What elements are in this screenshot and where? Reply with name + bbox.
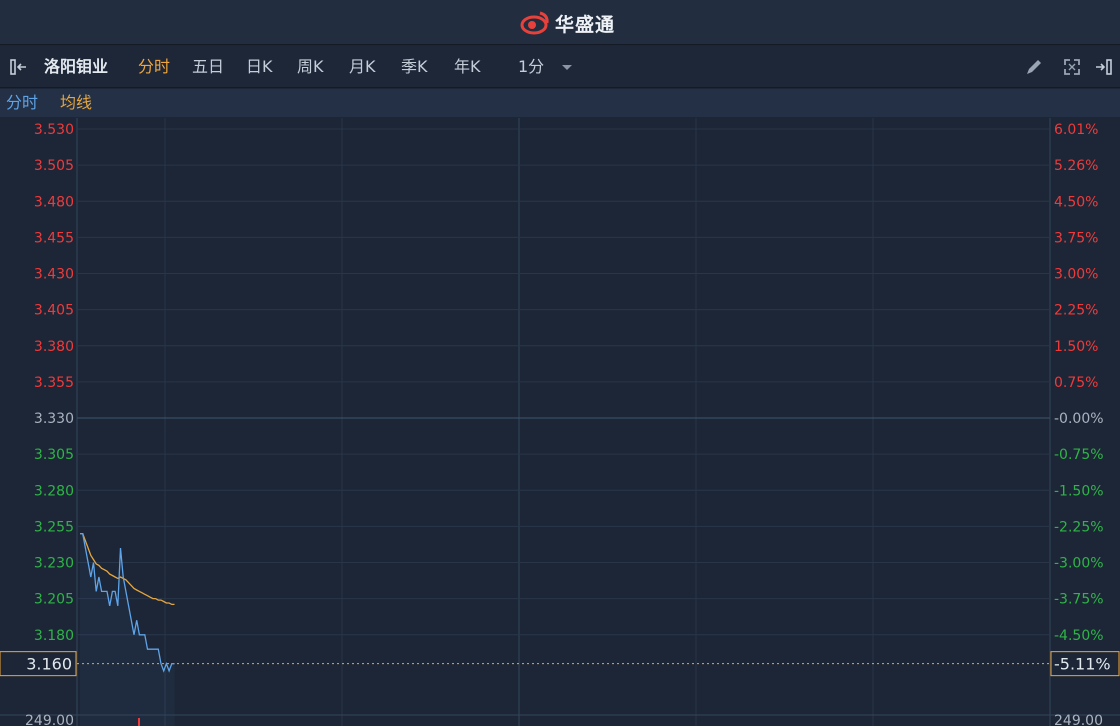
pct-tick-label: 3.75% (1054, 230, 1098, 246)
pct-tick-label: -3.00% (1054, 556, 1104, 572)
price-tick-label: 3.430 (34, 267, 74, 283)
price-tick-label: 3.280 (34, 483, 74, 499)
tab-weekly-k[interactable]: 周K (297, 46, 324, 88)
tab-five-day[interactable]: 五日 (192, 46, 224, 88)
fullscreen-icon[interactable] (1062, 57, 1082, 77)
collapse-right-icon[interactable] (1094, 57, 1114, 77)
price-tick-label: 3.230 (34, 556, 74, 572)
price-tick-label: 3.505 (34, 158, 74, 174)
legend-bar: 分时 均线 (0, 89, 1120, 117)
title-bar: 华盛通 (0, 0, 1120, 45)
pct-tick-label: 2.25% (1054, 303, 1098, 319)
pencil-icon[interactable] (1024, 57, 1044, 77)
price-tick-label: 3.405 (34, 303, 74, 319)
tab-monthly-k[interactable]: 月K (349, 46, 376, 88)
tab-quarterly-k[interactable]: 季K (401, 46, 428, 88)
price-tick-label: 3.380 (34, 339, 74, 355)
price-tick-label: 3.180 (34, 628, 74, 644)
price-tick-label: 3.330 (34, 411, 74, 427)
pct-tick-label: -4.50% (1054, 628, 1104, 644)
tab-intraday[interactable]: 分时 (138, 46, 170, 88)
tab-daily-k[interactable]: 日K (246, 46, 273, 88)
current-price-label: 3.160 (26, 655, 72, 674)
chevron-down-icon[interactable] (557, 57, 577, 77)
brand-name: 华盛通 (555, 13, 616, 36)
price-tick-label: 3.480 (34, 194, 74, 210)
toolbar: 洛阳钼业 分时 五日 日K 周K 月K 季K 年K 1分 (0, 46, 1120, 88)
legend-price-line: 分时 (6, 93, 39, 112)
price-tick-label: 3.305 (34, 447, 74, 463)
price-tick-label: 3.255 (34, 519, 74, 535)
pct-tick-label: -0.75% (1054, 447, 1104, 463)
brand: 华盛通 (518, 9, 615, 37)
pct-tick-label: 3.00% (1054, 267, 1098, 283)
stock-name[interactable]: 洛阳钼业 (44, 46, 108, 88)
pct-tick-label: 0.75% (1054, 375, 1098, 391)
pct-tick-label: -1.50% (1054, 483, 1104, 499)
tab-yearly-k[interactable]: 年K (454, 46, 481, 88)
volume-right-label: 249.00 (1054, 713, 1103, 726)
pct-tick-label: 5.26% (1054, 158, 1098, 174)
intraday-chart[interactable]: 3.530 6.01% 3.505 5.26% 3.480 4.50% 3.455 3.75%… (0, 118, 1120, 726)
pct-tick-label: -3.75% (1054, 592, 1104, 608)
volume-left-label: 249.00 (25, 713, 74, 726)
pct-tick-label: 6.01% (1054, 122, 1098, 138)
interval-select[interactable]: 1分 (518, 46, 544, 88)
price-tick-label: 3.355 (34, 375, 74, 391)
pct-tick-label: 1.50% (1054, 339, 1098, 355)
pct-tick-label: -2.25% (1054, 519, 1104, 535)
pct-tick-label: 4.50% (1054, 194, 1098, 210)
brand-logo-icon (520, 11, 549, 35)
pct-tick-label: -0.00% (1054, 411, 1104, 427)
legend-average-line: 均线 (60, 93, 93, 112)
price-tick-label: 3.455 (34, 230, 74, 246)
price-tick-label: 3.205 (34, 592, 74, 608)
current-pct-label: -5.11% (1054, 655, 1111, 674)
collapse-left-icon[interactable] (8, 57, 28, 77)
price-tick-label: 3.530 (34, 122, 74, 138)
